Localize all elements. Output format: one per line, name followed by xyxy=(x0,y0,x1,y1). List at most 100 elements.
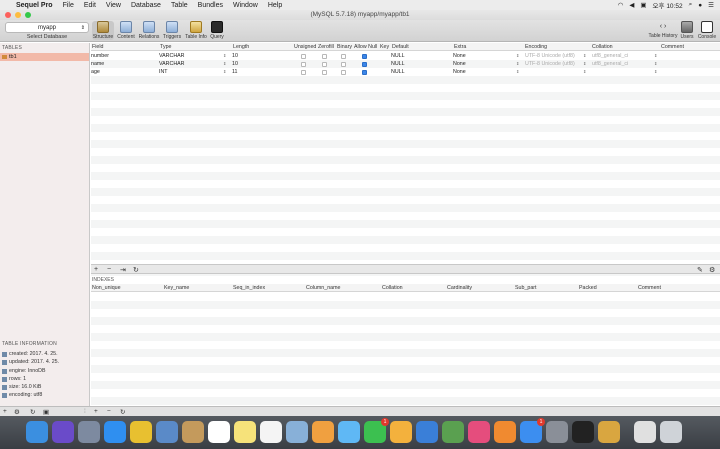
zoom-window-button[interactable] xyxy=(25,12,31,18)
photos-preview-icon[interactable] xyxy=(156,421,178,443)
field-name-cell[interactable]: name xyxy=(91,61,104,67)
input-source-icon[interactable]: ▣ xyxy=(640,1,646,9)
refresh-indexes-button[interactable]: ↻ xyxy=(120,408,125,416)
preview-icon[interactable] xyxy=(286,421,308,443)
app-store-icon[interactable]: 1 xyxy=(520,418,545,443)
unsigned-checkbox[interactable] xyxy=(301,53,306,59)
idx-col-seq-in-index[interactable]: Seq_in_index xyxy=(233,285,265,291)
type-select-arrows-icon[interactable]: ⇕ xyxy=(223,69,226,74)
binary-checkbox[interactable] xyxy=(341,69,346,75)
field-length-cell[interactable]: 11 xyxy=(232,69,238,75)
field-name-cell[interactable]: age xyxy=(91,69,100,75)
idx-col-cardinality[interactable]: Cardinality xyxy=(447,285,472,291)
field-encoding-cell[interactable]: UTF-8 Unicode (utf8) xyxy=(525,53,575,59)
volume-icon[interactable]: ◀ xyxy=(629,1,634,9)
binary-checkbox[interactable] xyxy=(341,53,346,59)
siri-icon[interactable] xyxy=(52,421,74,443)
refresh-fields-button[interactable]: ↻ xyxy=(133,266,139,274)
structure-row[interactable]: name VARCHAR ⇕ 10 NULL None ⇕ UTF-8 Unicode (ut… xyxy=(91,60,720,68)
extra-select-arrows-icon[interactable]: ⇕ xyxy=(516,69,519,74)
toolbar-triggers-button[interactable]: Triggers xyxy=(162,21,182,40)
extra-select-arrows-icon[interactable]: ⇕ xyxy=(516,61,519,66)
safari-icon[interactable] xyxy=(104,421,126,443)
extra-select-arrows-icon[interactable]: ⇕ xyxy=(516,53,519,58)
system-preferences-icon[interactable] xyxy=(546,421,568,443)
idx-col-column-name[interactable]: Column_name xyxy=(306,285,340,291)
downloads-icon[interactable] xyxy=(634,421,656,443)
collation-select-arrows-icon[interactable]: ⇕ xyxy=(654,53,657,58)
allow-null-checkbox[interactable] xyxy=(362,53,367,59)
field-default-cell[interactable]: NULL xyxy=(391,53,405,59)
toolbar-table-history-button[interactable]: ‹ › Table History xyxy=(647,21,679,39)
toolbar-console-button[interactable]: Console xyxy=(697,21,717,40)
toolbar-relations-button[interactable]: Relations xyxy=(138,21,160,40)
messages-icon[interactable] xyxy=(338,421,360,443)
remove-field-button[interactable]: − xyxy=(107,266,111,273)
menu-file[interactable]: File xyxy=(63,2,74,9)
field-collation-cell[interactable]: utf8_general_ci xyxy=(592,61,628,67)
field-extra-cell[interactable]: None xyxy=(453,61,466,67)
notes-icon[interactable] xyxy=(234,421,256,443)
table-actions-gear-icon[interactable]: ⚙ xyxy=(14,408,20,416)
field-type-cell[interactable]: VARCHAR xyxy=(159,53,185,59)
ibooks-icon[interactable] xyxy=(494,421,516,443)
table-item-tb1[interactable]: tb1 xyxy=(0,53,89,61)
menu-database[interactable]: Database xyxy=(131,2,161,9)
contacts-icon[interactable] xyxy=(182,421,204,443)
user-avatar-icon[interactable]: ● xyxy=(698,2,702,9)
idx-col-comment[interactable]: Comment xyxy=(638,285,661,291)
idx-col-packed[interactable]: Packed xyxy=(579,285,597,291)
toolbar-structure-button[interactable]: Structure xyxy=(92,21,114,40)
keynote-icon[interactable] xyxy=(416,421,438,443)
launchpad-icon[interactable] xyxy=(78,421,100,443)
itunes-icon[interactable] xyxy=(468,421,490,443)
refresh-tables-button[interactable]: ↻ xyxy=(30,408,35,416)
gear-icon[interactable]: ⚙ xyxy=(709,266,715,274)
field-extra-cell[interactable]: None xyxy=(453,69,466,75)
minimize-window-button[interactable] xyxy=(15,12,21,18)
idx-col-sub-part[interactable]: Sub_part xyxy=(515,285,537,291)
add-index-button[interactable]: + xyxy=(94,408,98,415)
structure-row[interactable]: age INT ⇕ 11 NULL None ⇕ ⇕ ⇕ xyxy=(91,68,720,76)
col-key[interactable]: Key xyxy=(380,44,389,50)
pages-icon[interactable] xyxy=(390,421,412,443)
idx-col-key-name[interactable]: Key_name xyxy=(164,285,189,291)
menu-window[interactable]: Window xyxy=(233,2,258,9)
zerofill-checkbox[interactable] xyxy=(322,61,327,67)
col-zerofill[interactable]: Zerofill xyxy=(318,44,334,50)
idx-col-collation[interactable]: Collation xyxy=(382,285,403,291)
chrome-icon[interactable] xyxy=(130,421,152,443)
zerofill-checkbox[interactable] xyxy=(322,53,327,59)
encoding-select-arrows-icon[interactable]: ⇕ xyxy=(583,61,586,66)
collation-select-arrows-icon[interactable]: ⇕ xyxy=(654,61,657,66)
menu-app-name[interactable]: Sequel Pro xyxy=(16,2,53,9)
field-default-cell[interactable]: NULL xyxy=(391,61,405,67)
photos-icon[interactable] xyxy=(312,421,334,443)
finder-icon[interactable] xyxy=(26,421,48,443)
xcode-icon[interactable] xyxy=(442,421,464,443)
wifi-icon[interactable]: ◠ xyxy=(618,1,624,9)
menu-view[interactable]: View xyxy=(106,2,121,9)
field-collation-cell[interactable]: utf8_general_ci xyxy=(592,53,628,59)
field-extra-cell[interactable]: None xyxy=(453,53,466,59)
field-type-cell[interactable]: VARCHAR xyxy=(159,61,185,67)
allow-null-checkbox[interactable] xyxy=(362,69,367,75)
type-select-arrows-icon[interactable]: ⇕ xyxy=(223,53,226,58)
facetime-icon[interactable]: 1 xyxy=(364,418,389,443)
edit-pencil-icon[interactable]: ✎ xyxy=(697,266,703,274)
field-default-cell[interactable]: NULL xyxy=(391,69,405,75)
menu-bundles[interactable]: Bundles xyxy=(198,2,223,9)
sequel-pro-icon[interactable] xyxy=(598,421,620,443)
col-unsigned[interactable]: Unsigned xyxy=(294,44,316,50)
col-default[interactable]: Default xyxy=(392,44,409,50)
menu-edit[interactable]: Edit xyxy=(84,2,96,9)
col-length[interactable]: Length xyxy=(233,44,249,50)
unsigned-checkbox[interactable] xyxy=(301,69,306,75)
col-encoding[interactable]: Encoding xyxy=(525,44,547,50)
encoding-select-arrows-icon[interactable]: ⇕ xyxy=(583,53,586,58)
col-field[interactable]: Field xyxy=(92,44,103,50)
menu-help[interactable]: Help xyxy=(268,2,282,9)
col-extra[interactable]: Extra xyxy=(454,44,466,50)
duplicate-field-button[interactable]: ⇥ xyxy=(120,266,126,274)
terminal-icon[interactable] xyxy=(572,421,594,443)
